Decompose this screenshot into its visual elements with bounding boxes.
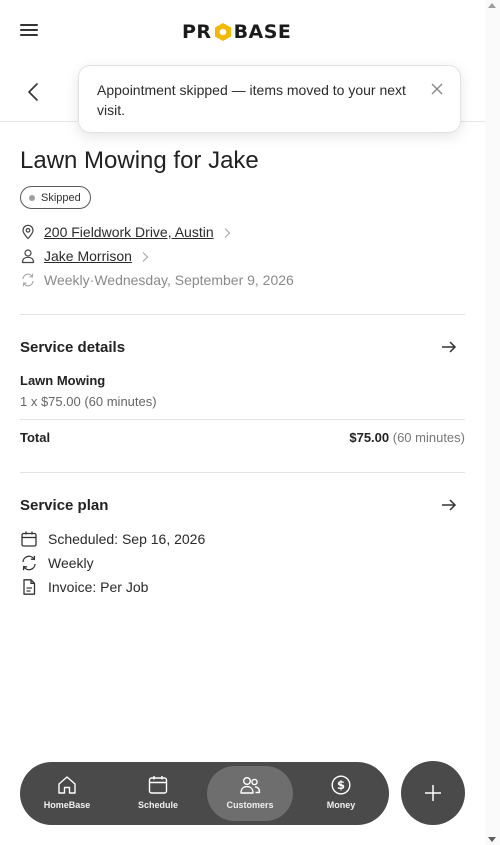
plan-scheduled-text: Scheduled: Sep 16, 2026 <box>48 531 206 547</box>
nav-item-schedule[interactable]: Schedule <box>115 766 201 821</box>
plan-frequency-row: Weekly <box>20 554 94 572</box>
repeat-icon <box>20 554 38 572</box>
nav-item-money[interactable]: $ Money <box>298 766 384 821</box>
page-scrollbar[interactable] <box>485 0 500 845</box>
calendar-icon <box>147 774 169 796</box>
logo-text-left: PR <box>182 21 212 43</box>
dollar-icon: $ <box>330 774 352 796</box>
customer-row: Jake Morrison <box>20 247 150 265</box>
address-link[interactable]: 200 Fieldwork Drive, Austin <box>44 224 214 240</box>
back-arrow-icon[interactable] <box>22 80 46 104</box>
arrow-right-icon[interactable] <box>440 338 458 356</box>
add-button[interactable] <box>401 761 465 825</box>
top-bar: PR BASE <box>0 0 485 62</box>
plus-icon <box>423 783 443 803</box>
logo-hexagon-icon <box>213 22 233 42</box>
scroll-down-arrow-icon[interactable] <box>488 837 496 842</box>
status-badge-label: Skipped <box>41 191 81 204</box>
nav-item-customers[interactable]: Customers <box>207 766 293 821</box>
service-details-heading: Service details <box>20 339 126 356</box>
logo-text-right: BASE <box>233 21 292 43</box>
appointment-date: Wednesday, September 9, 2026 <box>94 272 294 288</box>
divider <box>20 419 465 420</box>
plan-invoice-row: Invoice: Per Job <box>20 578 148 596</box>
service-item-price: 1 x $75.00 (60 minutes) <box>20 394 157 409</box>
close-icon[interactable] <box>430 82 444 96</box>
calendar-icon <box>20 530 38 548</box>
status-dot-icon <box>29 194 35 201</box>
bottom-navigation: HomeBase Schedule Customers $ Money <box>20 762 389 825</box>
repeat-icon <box>20 272 36 288</box>
probase-logo: PR BASE <box>182 20 291 44</box>
customer-link[interactable]: Jake Morrison <box>44 248 132 264</box>
location-pin-icon <box>20 224 36 240</box>
nav-item-label: Customers <box>226 800 274 810</box>
plan-invoice-text: Invoice: Per Job <box>48 579 149 595</box>
total-value: $75.00 (60 minutes) <box>349 430 465 445</box>
service-item-name: Lawn Mowing <box>20 373 106 388</box>
arrow-right-icon[interactable] <box>440 496 458 514</box>
svg-text:$: $ <box>337 778 345 792</box>
scroll-up-arrow-icon[interactable] <box>488 3 496 8</box>
chevron-right-icon <box>140 250 150 262</box>
plan-frequency-text: Weekly <box>48 555 94 571</box>
total-duration: (60 minutes) <box>389 430 465 445</box>
address-row: 200 Fieldwork Drive, Austin <box>20 223 232 241</box>
status-badge: Skipped <box>20 186 91 209</box>
plan-scheduled-row: Scheduled: Sep 16, 2026 <box>20 530 205 548</box>
document-icon <box>20 578 38 596</box>
divider <box>20 314 465 315</box>
divider <box>20 472 465 473</box>
toast-message: Appointment skipped — items moved to you… <box>97 82 406 118</box>
recurrence-row: Weekly · Wednesday, September 9, 2026 <box>20 271 294 289</box>
nav-item-label: HomeBase <box>43 800 91 810</box>
nav-item-label: Money <box>326 800 356 810</box>
toast-notification: Appointment skipped — items moved to you… <box>78 65 461 133</box>
recurrence-frequency: Weekly <box>44 272 90 288</box>
page-title: Lawn Mowing for Jake <box>20 147 259 174</box>
nav-item-label: Schedule <box>137 800 178 810</box>
person-icon <box>20 248 36 264</box>
service-plan-heading: Service plan <box>20 497 109 514</box>
hamburger-menu-icon[interactable] <box>20 22 44 42</box>
house-icon <box>56 774 78 796</box>
people-icon <box>239 774 261 796</box>
chevron-right-icon <box>222 226 232 238</box>
total-amount: $75.00 <box>349 430 390 445</box>
total-label: Total <box>20 430 51 445</box>
nav-item-homebase[interactable]: HomeBase <box>24 766 110 821</box>
